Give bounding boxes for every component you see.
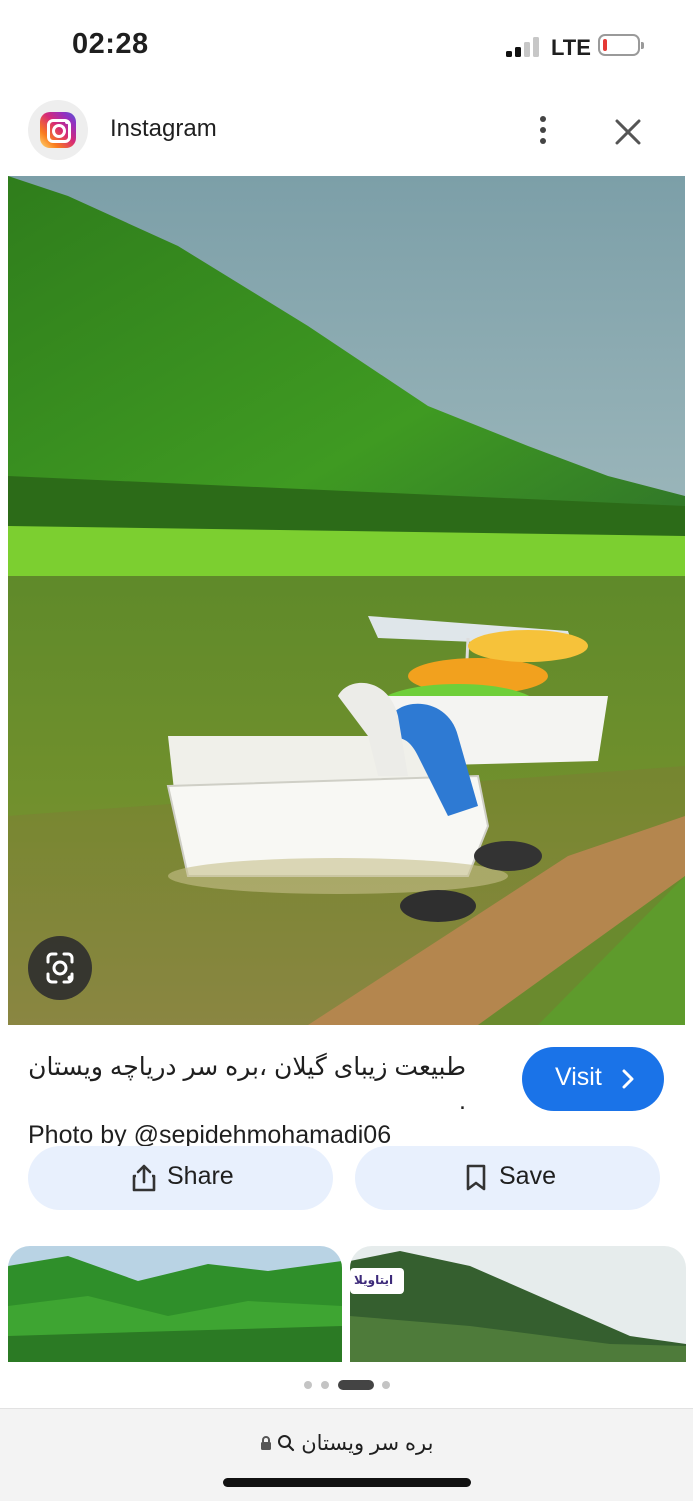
address-query: بره سر ویستان — [301, 1432, 434, 1455]
share-button[interactable]: Share — [28, 1146, 333, 1210]
carousel-dot — [304, 1381, 312, 1389]
status-bar: 02:28 LTE — [0, 0, 693, 92]
site-logo-text: ایتاویلا — [354, 1273, 394, 1287]
visit-label: Visit — [555, 1063, 602, 1091]
search-icon — [278, 1435, 295, 1452]
close-icon[interactable] — [610, 114, 646, 150]
share-icon — [132, 1164, 156, 1192]
caption-credit: Photo by @sepidehmohamadi06 — [28, 1121, 392, 1149]
share-label: Share — [167, 1162, 234, 1190]
result-caption: طبیعت زیبای گیلان ،بره سر دریاچه ویستان … — [28, 1050, 488, 1152]
network-type: LTE — [551, 35, 591, 60]
address-bar[interactable]: بره سر ویستان — [0, 1408, 693, 1501]
save-label: Save — [499, 1162, 556, 1190]
battery-icon — [598, 34, 644, 56]
signal-icon — [506, 37, 542, 57]
carousel-indicator — [304, 1380, 394, 1390]
bookmark-icon — [466, 1164, 486, 1191]
status-time: 02:28 — [72, 28, 149, 60]
source-header: Instagram — [0, 98, 693, 162]
google-lens-icon[interactable] — [28, 936, 92, 1000]
visit-button[interactable]: Visit — [522, 1047, 664, 1111]
related-image-2[interactable]: ایتاویلا — [350, 1246, 686, 1362]
result-image[interactable] — [8, 176, 685, 1025]
carousel-dot-active — [338, 1380, 374, 1390]
more-vert-icon[interactable] — [528, 112, 558, 148]
save-button[interactable]: Save — [355, 1146, 660, 1210]
related-image-1[interactable] — [8, 1246, 342, 1362]
carousel-dot — [382, 1381, 390, 1389]
caption-title: طبیعت زیبای گیلان ،بره سر دریاچه ویستان … — [28, 1053, 466, 1115]
instagram-icon — [28, 100, 88, 160]
address-text[interactable]: بره سر ویستان — [0, 1431, 693, 1456]
site-logo: ایتاویلا — [350, 1268, 404, 1294]
lock-icon — [260, 1436, 271, 1450]
chevron-right-icon — [622, 1069, 634, 1089]
home-indicator[interactable] — [223, 1478, 471, 1487]
source-name: Instagram — [110, 115, 217, 142]
carousel-dot — [321, 1381, 329, 1389]
